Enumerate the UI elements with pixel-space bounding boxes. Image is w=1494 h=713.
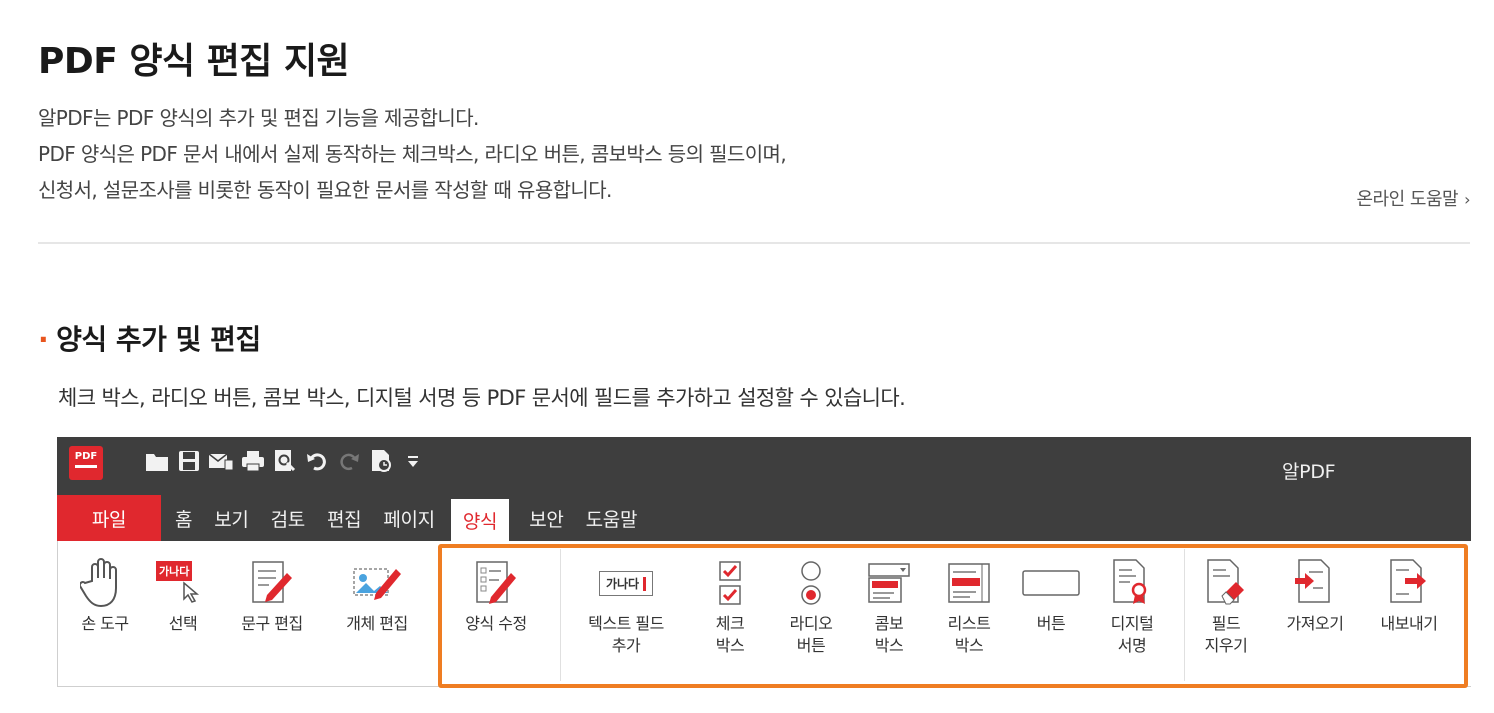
intro-line-2: PDF 양식은 PDF 문서 내에서 실제 동작하는 체크박스, 라디오 버튼,… [38,142,787,166]
digital-signature-icon [1094,553,1170,613]
title-bar: PDF 알PDF 파일 홈 보기 검토 편집 페이지 양식 보안 도움말 [57,437,1471,541]
section-heading-text: 양식 추가 및 편집 [56,323,261,356]
import-icon [1270,553,1360,613]
text-field-icon: 가나다 [568,553,684,613]
button-field-button[interactable]: 버튼 [1016,553,1086,635]
button-field-icon [1016,553,1086,613]
menu-help[interactable]: 도움말 [586,495,638,541]
menu-page[interactable]: 페이지 [383,495,435,541]
form-ribbon: 손 도구 가나다 선택 문구 편집 개체 편집 양식 수정 가나다 텍스트 필드… [57,541,1471,687]
combo-box-label-1: 콤보 [874,614,904,633]
checkbox-label-1: 체크 [715,614,745,633]
button-field-label: 버튼 [1036,614,1066,633]
checkbox-icon [698,553,762,613]
digital-signature-label-1: 디지털 [1110,614,1154,633]
save-icon[interactable] [175,447,203,475]
app-logo-text: PDF [74,451,98,462]
section-description: 체크 박스, 라디오 버튼, 콤보 박스, 디지털 서명 등 PDF 문서에 필… [58,386,906,410]
list-box-icon [932,553,1006,613]
divider [38,242,1470,244]
ribbon-separator [560,549,561,681]
hand-icon [64,553,146,613]
hand-tool-label: 손 도구 [81,614,129,633]
export-button[interactable]: 내보내기 [1364,553,1454,635]
clear-fields-button[interactable]: 필드 지우기 [1190,553,1262,657]
customize-dropdown-icon[interactable] [399,447,427,475]
menu-bar: 파일 홈 보기 검토 편집 페이지 양식 보안 도움말 [57,495,637,541]
list-box-label-2: 박스 [954,636,984,655]
open-folder-icon[interactable] [143,447,171,475]
quick-access-toolbar [143,443,431,479]
object-edit-icon [328,553,426,613]
print-icon[interactable] [239,447,267,475]
undo-icon[interactable] [303,447,331,475]
select-badge: 가나다 [156,561,193,581]
checkbox-label-2: 박스 [715,636,745,655]
menu-file[interactable]: 파일 [57,495,161,541]
object-edit-button[interactable]: 개체 편집 [328,553,426,635]
intro-line-1: 알PDF는 PDF 양식의 추가 및 편집 기능을 제공합니다. [38,106,479,130]
add-text-field-label-2: 추가 [611,636,641,655]
add-text-field-label-1: 텍스트 필드 [588,614,664,633]
export-label: 내보내기 [1380,614,1438,633]
combo-box-icon [856,553,922,613]
menu-view[interactable]: 보기 [214,495,249,541]
ribbon-separator [1184,549,1185,681]
bullet-icon: · [38,323,49,356]
intro-line-3: 신청서, 설문조사를 비롯한 동작이 필요한 문서를 작성할 때 유용합니다. [38,178,612,202]
section-heading: · 양식 추가 및 편집 [38,318,261,358]
app-logo: PDF [69,446,103,480]
window-title: 알PDF [1282,461,1336,483]
menu-edit[interactable]: 편집 [327,495,362,541]
redo-icon[interactable] [335,447,363,475]
text-edit-label: 문구 편집 [241,614,303,633]
find-icon[interactable] [271,447,299,475]
add-text-field-button[interactable]: 가나다 텍스트 필드 추가 [568,553,684,657]
text-edit-button[interactable]: 문구 편집 [224,553,320,635]
hand-tool-button[interactable]: 손 도구 [64,553,146,635]
menu-home[interactable]: 홈 [175,495,192,541]
import-label: 가져오기 [1286,614,1344,633]
select-icon: 가나다 [150,553,216,613]
radio-icon [774,553,848,613]
online-help-link[interactable]: 온라인 도움말 › [1357,185,1471,211]
clear-fields-label-1: 필드 [1211,614,1241,633]
text-edit-icon [224,553,320,613]
checkbox-button[interactable]: 체크 박스 [698,553,762,657]
mail-icon[interactable] [207,447,235,475]
form-edit-label: 양식 수정 [465,614,527,633]
clear-fields-label-2: 지우기 [1204,636,1248,655]
radio-label-1: 라디오 [789,614,833,633]
select-label: 선택 [168,614,198,633]
page-title: PDF 양식 편집 지원 [38,41,350,82]
select-button[interactable]: 가나다 선택 [150,553,216,635]
list-box-button[interactable]: 리스트 박스 [932,553,1006,657]
digital-signature-button[interactable]: 디지털 서명 [1094,553,1170,657]
list-box-label-1: 리스트 [947,614,991,633]
import-button[interactable]: 가져오기 [1270,553,1360,635]
form-edit-icon [446,553,546,613]
radio-label-2: 버튼 [796,636,826,655]
digital-signature-label-2: 서명 [1117,636,1147,655]
menu-review[interactable]: 검토 [271,495,306,541]
eraser-document-icon [1190,553,1262,613]
object-edit-label: 개체 편집 [346,614,408,633]
form-edit-button[interactable]: 양식 수정 [446,553,546,635]
export-icon [1364,553,1454,613]
text-field-badge: 가나다 [605,576,640,591]
app-window-screenshot: PDF 알PDF 파일 홈 보기 검토 편집 페이지 양식 보안 도움말 손 도… [57,437,1471,688]
menu-form[interactable]: 양식 [450,499,510,541]
properties-icon[interactable] [367,447,395,475]
combo-box-button[interactable]: 콤보 박스 [856,553,922,657]
intro-text: 알PDF는 PDF 양식의 추가 및 편집 기능을 제공합니다. PDF 양식은… [38,100,787,208]
combo-box-label-2: 박스 [874,636,904,655]
online-help-label: 온라인 도움말 [1356,189,1459,210]
menu-security[interactable]: 보안 [529,495,564,541]
chevron-right-icon: › [1464,190,1470,209]
radio-button-tool[interactable]: 라디오 버튼 [774,553,848,657]
